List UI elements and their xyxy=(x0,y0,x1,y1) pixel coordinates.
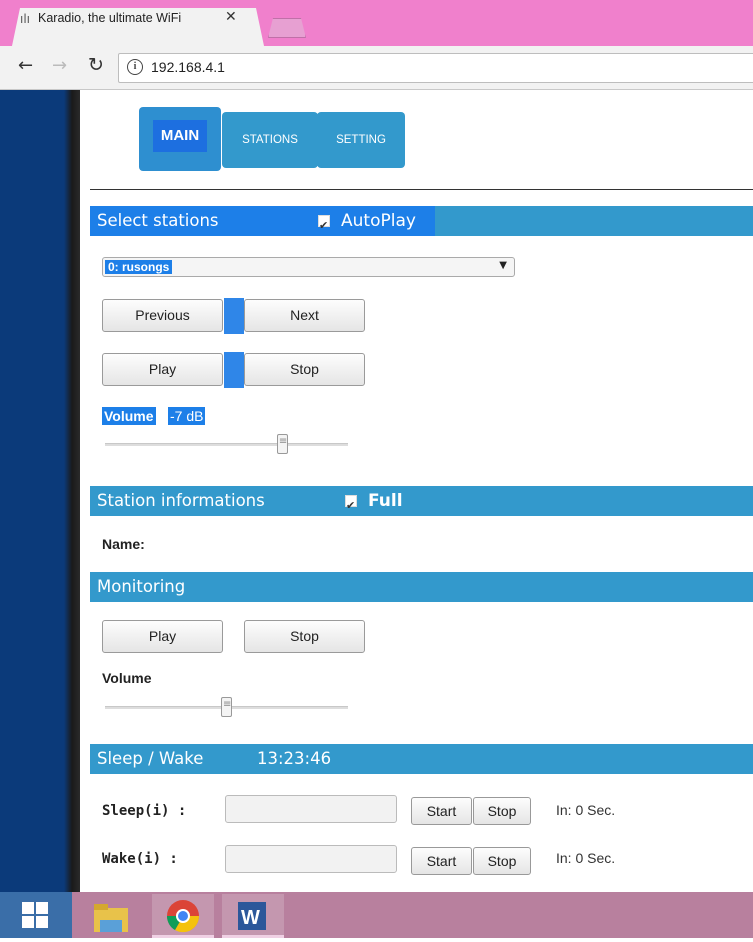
divider xyxy=(90,189,753,190)
wake-label: Wake(i) : xyxy=(102,851,178,867)
sleep-start-button[interactable]: Start xyxy=(411,797,472,825)
wake-start-button[interactable]: Start xyxy=(411,847,472,875)
chrome-icon[interactable] xyxy=(152,894,214,938)
volume-slider[interactable] xyxy=(105,443,348,446)
monitor-volume-slider-thumb[interactable] xyxy=(221,697,232,717)
full-label: Full xyxy=(368,491,403,511)
monitoring-header: Monitoring xyxy=(90,572,753,602)
file-explorer-icon[interactable] xyxy=(80,894,142,938)
sleep-stop-button[interactable]: Stop xyxy=(473,797,531,825)
start-button[interactable] xyxy=(0,892,72,938)
current-time: 13:23:46 xyxy=(257,749,332,768)
tab-main[interactable]: MAIN xyxy=(139,107,221,171)
url-input[interactable]: i 192.168.4.1 xyxy=(118,53,753,83)
url-text: 192.168.4.1 xyxy=(151,59,225,75)
monitor-volume-label: Volume xyxy=(102,670,152,686)
left-sidebar xyxy=(0,90,80,892)
sleep-wake-title: Sleep / Wake xyxy=(97,749,204,768)
monitor-play-button[interactable]: Play xyxy=(102,620,223,653)
button-gap-highlight xyxy=(224,352,244,388)
wake-countdown: In: 0 Sec. xyxy=(556,850,616,866)
browser-tab-bar: ılı Karadio, the ultimate WiFi ✕ xyxy=(0,0,753,46)
full-checkbox[interactable] xyxy=(345,491,357,521)
autoplay-label: AutoPlay xyxy=(341,211,416,231)
info-icon[interactable]: i xyxy=(127,59,143,75)
svg-text:W: W xyxy=(241,907,260,929)
radio-favicon-icon: ılı xyxy=(20,12,31,26)
volume-db-value: -7 dB xyxy=(168,407,206,425)
dropdown-arrow-icon: ▼ xyxy=(499,260,507,271)
sleep-input[interactable] xyxy=(225,795,397,823)
station-name-label: Name: xyxy=(102,536,145,552)
autoplay-checkbox[interactable] xyxy=(318,211,330,241)
select-stations-header: Select stations AutoPlay xyxy=(90,206,753,241)
monitor-stop-button[interactable]: Stop xyxy=(244,620,365,653)
wake-input[interactable] xyxy=(225,845,397,873)
tab-stations[interactable]: STATIONS xyxy=(222,112,318,168)
word-icon[interactable]: W xyxy=(222,894,284,938)
tab-main-label: MAIN xyxy=(153,120,207,152)
reload-icon[interactable]: ↻ xyxy=(88,54,104,76)
forward-arrow-icon[interactable]: → xyxy=(52,55,67,76)
sleep-label: Sleep(i) : xyxy=(102,803,187,819)
windows-icon xyxy=(22,902,48,928)
new-tab-button[interactable] xyxy=(268,18,306,38)
sleep-wake-header: Sleep / Wake 13:23:46 xyxy=(90,744,753,774)
station-info-header: Station informations Full xyxy=(90,486,753,521)
monitoring-title: Monitoring xyxy=(97,577,186,596)
stop-button[interactable]: Stop xyxy=(244,353,365,386)
volume-slider-thumb[interactable] xyxy=(276,434,288,454)
button-gap-highlight xyxy=(224,298,244,334)
wake-stop-button[interactable]: Stop xyxy=(473,847,531,875)
station-select[interactable]: 0: rusongs ▼ xyxy=(102,257,515,277)
previous-button[interactable]: Previous xyxy=(102,299,223,332)
volume-label: Volume xyxy=(102,407,156,425)
tab-close-icon[interactable]: ✕ xyxy=(225,9,237,25)
sleep-countdown: In: 0 Sec. xyxy=(556,802,616,818)
tab-title: Karadio, the ultimate WiFi xyxy=(38,11,182,25)
play-button[interactable]: Play xyxy=(102,353,223,386)
address-bar-row: ← → ↻ i 192.168.4.1 xyxy=(0,46,753,90)
station-info-title: Station informations xyxy=(97,491,265,510)
next-button[interactable]: Next xyxy=(244,299,365,332)
taskbar: W xyxy=(0,892,753,938)
select-stations-title: Select stations xyxy=(97,211,219,230)
station-select-value: 0: rusongs xyxy=(105,260,173,274)
back-arrow-icon[interactable]: ← xyxy=(18,55,33,76)
tab-setting[interactable]: SETTING xyxy=(317,112,405,168)
karadio-page: MAIN STATIONS SETTING Select stations Au… xyxy=(80,90,753,892)
